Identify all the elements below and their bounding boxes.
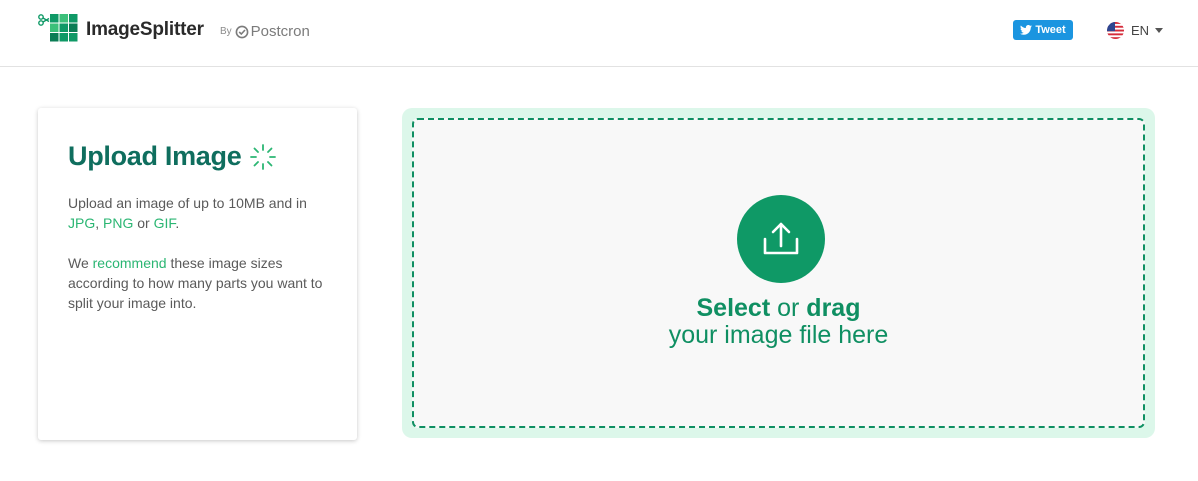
language-label: EN: [1131, 23, 1150, 38]
by-label: By: [220, 26, 232, 37]
separator: or: [133, 215, 154, 231]
tweet-button[interactable]: Tweet: [1013, 20, 1073, 40]
upload-info-card: Upload Image Upload an image of up to 10…: [38, 108, 357, 440]
scissors-grid-logo-icon: [38, 14, 78, 42]
dropzone-title: Select or drag: [414, 294, 1143, 323]
chevron-down-icon: [1155, 28, 1164, 33]
dropzone-container: Select or drag your image file here: [402, 108, 1155, 438]
app-logo[interactable]: ImageSplitter: [38, 13, 204, 47]
by-postcron[interactable]: By Postcron: [220, 23, 310, 40]
postcron-logo-icon: [235, 25, 249, 38]
recommend-prefix: We: [68, 255, 93, 271]
card-title: Upload Image: [68, 141, 277, 172]
partner-name: Postcron: [250, 23, 310, 40]
jpg-link[interactable]: JPG: [68, 215, 95, 231]
language-selector[interactable]: EN: [1107, 22, 1164, 39]
recommend-link[interactable]: recommend: [93, 255, 167, 271]
upload-icon: [763, 222, 799, 255]
dropzone-subtitle: your image file here: [668, 321, 889, 349]
recommend-text: We recommend these image sizes according…: [68, 253, 338, 313]
loading-spinner-icon: [250, 143, 277, 170]
app-name: ImageSplitter: [86, 19, 204, 40]
separator: ,: [95, 215, 104, 231]
or-label: or: [770, 294, 807, 322]
twitter-bird-icon: [1020, 25, 1033, 35]
gif-link[interactable]: GIF: [154, 215, 176, 231]
page-title: Upload Image: [68, 141, 242, 171]
png-link[interactable]: PNG: [103, 215, 133, 231]
upload-button[interactable]: [737, 195, 825, 283]
us-flag-icon: [1107, 22, 1124, 39]
drag-label: drag: [806, 294, 861, 322]
limits-text: Upload an image of up to 10MB and in: [68, 195, 307, 211]
file-dropzone[interactable]: Select or drag your image file here: [412, 118, 1145, 428]
select-label: Select: [696, 294, 771, 322]
tweet-label: Tweet: [1035, 24, 1066, 36]
separator: .: [175, 215, 180, 231]
header: ImageSplitter By Postcron Tweet EN: [0, 0, 1198, 67]
upload-limits-text: Upload an image of up to 10MB and in JPG…: [68, 193, 338, 233]
